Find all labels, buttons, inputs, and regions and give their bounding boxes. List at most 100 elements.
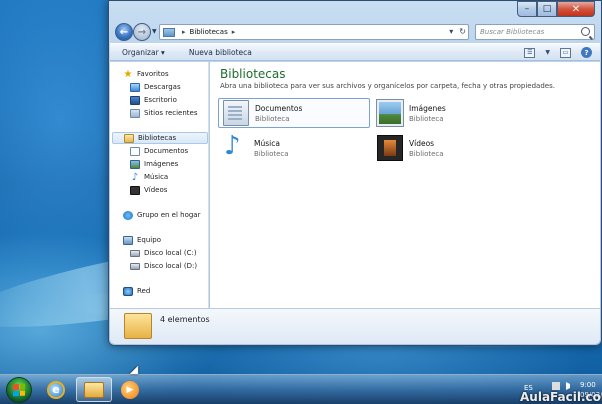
music-icon <box>222 131 248 161</box>
breadcrumb-separator[interactable]: ▸ <box>232 28 236 36</box>
breadcrumb-separator: ▸ <box>182 28 186 36</box>
library-tile-documents[interactable]: Documentos Biblioteca <box>218 98 370 128</box>
nav-label: Imágenes <box>144 160 179 168</box>
nav-label: Equipo <box>137 236 161 244</box>
caption-buttons: – □ ✕ <box>517 1 595 17</box>
nav-disk-d[interactable]: Disco local (D:) <box>130 260 197 272</box>
taskbar-windows-explorer[interactable] <box>76 377 112 402</box>
item-count: 4 elementos <box>160 315 210 324</box>
minimize-button[interactable]: – <box>517 1 537 17</box>
nav-downloads[interactable]: Descargas <box>130 81 181 93</box>
help-icon[interactable]: ? <box>581 47 592 58</box>
tile-name: Vídeos <box>409 138 435 148</box>
nav-recent-places[interactable]: Sitios recientes <box>130 107 198 119</box>
clock-time: 9:00 <box>580 381 596 389</box>
tile-type: Biblioteca <box>254 149 289 158</box>
explorer-window: – □ ✕ ← → ▼ ▸ Bibliotecas ▸ ▾ ↻ Buscar B… <box>108 0 602 346</box>
breadcrumb[interactable]: Bibliotecas <box>190 28 228 36</box>
nav-computer[interactable]: Equipo <box>123 234 161 246</box>
library-tile-images[interactable]: Imágenes Biblioteca <box>373 98 525 128</box>
nav-libraries[interactable]: Bibliotecas <box>112 132 208 144</box>
tile-type: Biblioteca <box>409 149 444 158</box>
documents-icon <box>130 146 140 156</box>
documents-icon <box>223 100 249 126</box>
windows-logo-icon <box>13 383 25 397</box>
homegroup-icon <box>123 210 133 220</box>
volume-icon[interactable] <box>566 382 575 390</box>
organize-label: Organizar <box>122 47 159 57</box>
view-options-icon[interactable]: ☰ <box>524 47 536 58</box>
libraries-icon <box>124 313 152 339</box>
libraries-icon <box>163 27 175 37</box>
nav-label: Red <box>137 287 151 295</box>
tile-type: Biblioteca <box>409 114 444 123</box>
nav-favorites[interactable]: ★ Favoritos <box>123 68 169 80</box>
preview-pane-icon[interactable]: ▭ <box>560 47 571 58</box>
music-icon: ♪ <box>131 171 139 183</box>
nav-homegroup[interactable]: Grupo en el hogar <box>123 209 200 221</box>
desktop-icon <box>130 95 140 105</box>
search-input[interactable]: Buscar Bibliotecas <box>475 24 595 40</box>
view-dropdown-icon[interactable]: ▼ <box>545 49 550 56</box>
tile-type: Biblioteca <box>255 114 290 123</box>
tile-name: Imágenes <box>409 103 446 113</box>
nav-videos[interactable]: Vídeos <box>130 184 167 196</box>
back-button[interactable]: ← <box>115 23 133 41</box>
pictures-icon <box>377 100 403 126</box>
nav-label: Documentos <box>144 147 189 155</box>
recent-places-icon <box>130 108 140 118</box>
windows-explorer-icon <box>84 381 104 398</box>
tile-name: Documentos <box>255 103 303 113</box>
nav-disk-c[interactable]: Disco local (C:) <box>130 247 197 259</box>
nav-label: Sitios recientes <box>144 109 198 117</box>
videos-icon <box>130 185 140 195</box>
refresh-icon[interactable]: ↻ <box>459 27 466 36</box>
nav-label: Disco local (D:) <box>144 262 198 270</box>
nav-label: Bibliotecas <box>138 134 177 142</box>
search-icon[interactable] <box>581 27 590 36</box>
recent-pages-dropdown[interactable]: ▼ <box>152 28 157 35</box>
close-button[interactable]: ✕ <box>557 1 595 17</box>
nav-desktop[interactable]: Escritorio <box>130 94 177 106</box>
watermark-logo: AulaFacil.com <box>520 390 602 404</box>
command-bar: Organizar ▾ Nueva biblioteca ☰ ▼ ▭ ? <box>110 43 600 61</box>
computer-icon <box>123 235 133 245</box>
forward-button[interactable]: → <box>133 23 151 41</box>
pictures-icon <box>130 159 140 169</box>
nav-label: Escritorio <box>144 96 177 104</box>
organize-button[interactable]: Organizar ▾ <box>122 48 165 57</box>
internet-explorer-icon: e <box>47 380 65 399</box>
library-tile-music[interactable]: Música Biblioteca <box>218 131 370 163</box>
page-description: Abra una biblioteca para ver sus archivo… <box>220 82 555 90</box>
nav-network[interactable]: Red <box>123 285 150 297</box>
address-bar[interactable]: ▸ Bibliotecas ▸ ▾ ↻ <box>159 24 469 40</box>
network-icon <box>123 286 133 296</box>
maximize-button[interactable]: □ <box>537 1 557 17</box>
taskbar-media-player[interactable]: ▶ <box>112 377 148 402</box>
library-tile-videos[interactable]: Vídeos Biblioteca <box>373 133 525 163</box>
nav-label: Grupo en el hogar <box>137 211 201 219</box>
videos-icon <box>377 135 403 161</box>
address-dropdown-icon[interactable]: ▾ <box>449 27 453 36</box>
navigation-pane: ★ Favoritos Descargas Escritorio Sitios … <box>110 62 209 308</box>
hard-disk-icon <box>130 249 140 257</box>
tile-name: Música <box>254 138 280 148</box>
nav-label: Favoritos <box>137 70 169 78</box>
nav-label: Disco local (C:) <box>144 249 197 257</box>
new-library-button[interactable]: Nueva biblioteca <box>189 48 252 57</box>
nav-documents[interactable]: Documentos <box>130 145 188 157</box>
nav-images[interactable]: Imágenes <box>130 158 178 170</box>
page-title: Bibliotecas <box>220 67 286 81</box>
downloads-icon <box>130 82 140 92</box>
nav-music[interactable]: ♪ Música <box>130 171 168 183</box>
start-button[interactable] <box>6 377 32 403</box>
nav-label: Descargas <box>144 83 181 91</box>
taskbar-internet-explorer[interactable]: e <box>38 377 74 402</box>
hard-disk-icon <box>130 262 140 270</box>
libraries-icon <box>124 133 134 143</box>
action-center-icon[interactable] <box>552 382 560 390</box>
details-pane: 4 elementos <box>110 308 600 344</box>
content-pane: Bibliotecas Abra una biblioteca para ver… <box>210 62 600 308</box>
nav-label: Vídeos <box>144 186 168 194</box>
nav-label: Música <box>144 173 169 181</box>
